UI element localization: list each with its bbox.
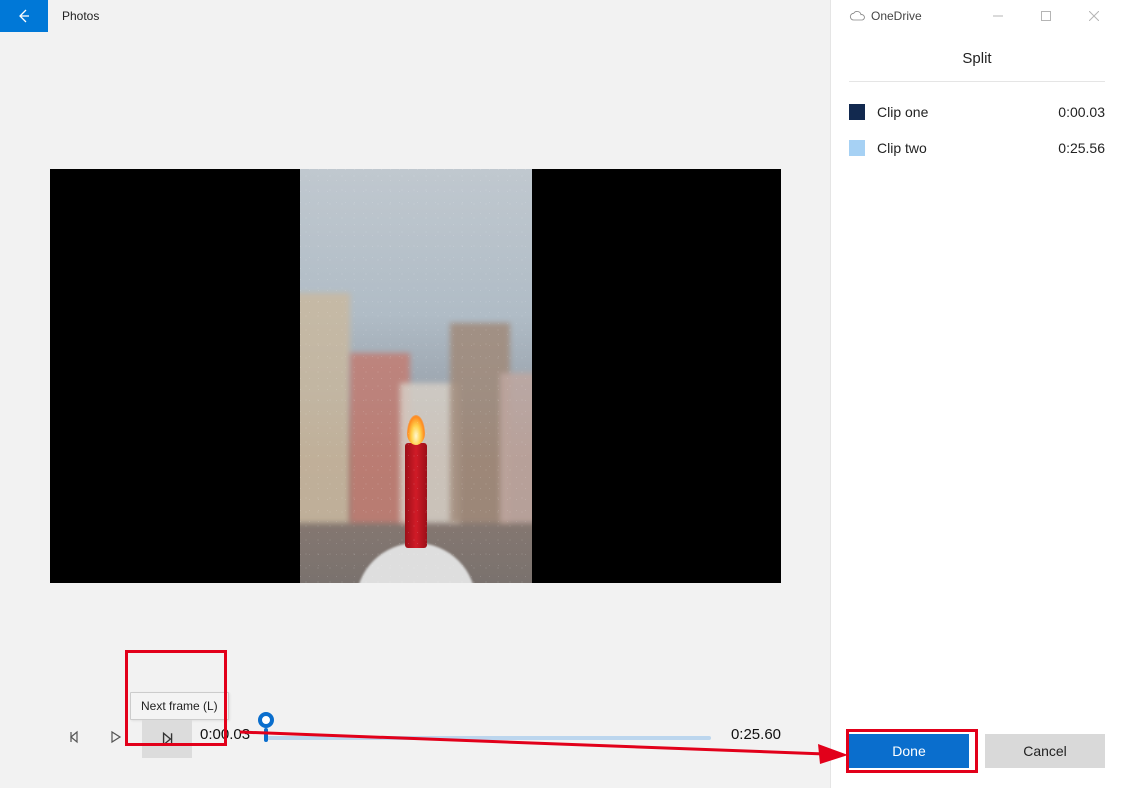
cancel-button[interactable]: Cancel [985, 734, 1105, 768]
timeline-track[interactable] [265, 736, 711, 740]
previous-frame-button[interactable] [58, 720, 92, 754]
done-button[interactable]: Done [849, 734, 969, 768]
close-icon [1089, 11, 1099, 21]
back-arrow-icon [16, 8, 32, 24]
clip-list: Clip one 0:00.03 Clip two 0:25.56 [831, 82, 1123, 166]
video-content-image [300, 169, 532, 583]
clip-duration: 0:25.56 [1058, 140, 1105, 156]
scrubber-stem [264, 728, 268, 742]
clip-row[interactable]: Clip two 0:25.56 [849, 130, 1105, 166]
window-minimize-button[interactable] [975, 4, 1021, 28]
clip-name: Clip two [877, 140, 927, 156]
maximize-icon [1041, 11, 1051, 21]
onedrive-icon [849, 10, 865, 22]
next-frame-button[interactable] [142, 720, 192, 758]
clip-name: Clip one [877, 104, 928, 120]
current-time: 0:00.03 [200, 726, 250, 743]
timeline-scrubber[interactable] [258, 712, 274, 728]
next-frame-tooltip: Next frame (L) [130, 692, 229, 720]
clip-row[interactable]: Clip one 0:00.03 [849, 94, 1105, 130]
panel-title: Split [831, 32, 1123, 81]
play-button[interactable] [98, 720, 132, 754]
window-maximize-button[interactable] [1023, 4, 1069, 28]
previous-frame-icon [68, 730, 82, 744]
window-close-button[interactable] [1071, 4, 1117, 28]
play-icon [108, 730, 122, 744]
clip-duration: 0:00.03 [1058, 104, 1105, 120]
minimize-icon [993, 11, 1003, 21]
clip-color-swatch [849, 140, 865, 156]
playback-controls: Next frame (L) 0:00.03 0:25.60 [50, 692, 781, 772]
split-panel: OneDrive Split Clip one 0:00.03 Clip two… [830, 0, 1123, 788]
onedrive-label: OneDrive [871, 9, 922, 23]
main-area: Next frame (L) 0:00.03 0:25.60 [0, 32, 830, 788]
clip-color-swatch [849, 104, 865, 120]
back-button[interactable] [0, 0, 48, 32]
next-frame-icon [159, 731, 175, 747]
video-preview [50, 169, 781, 583]
end-time: 0:25.60 [731, 726, 781, 743]
